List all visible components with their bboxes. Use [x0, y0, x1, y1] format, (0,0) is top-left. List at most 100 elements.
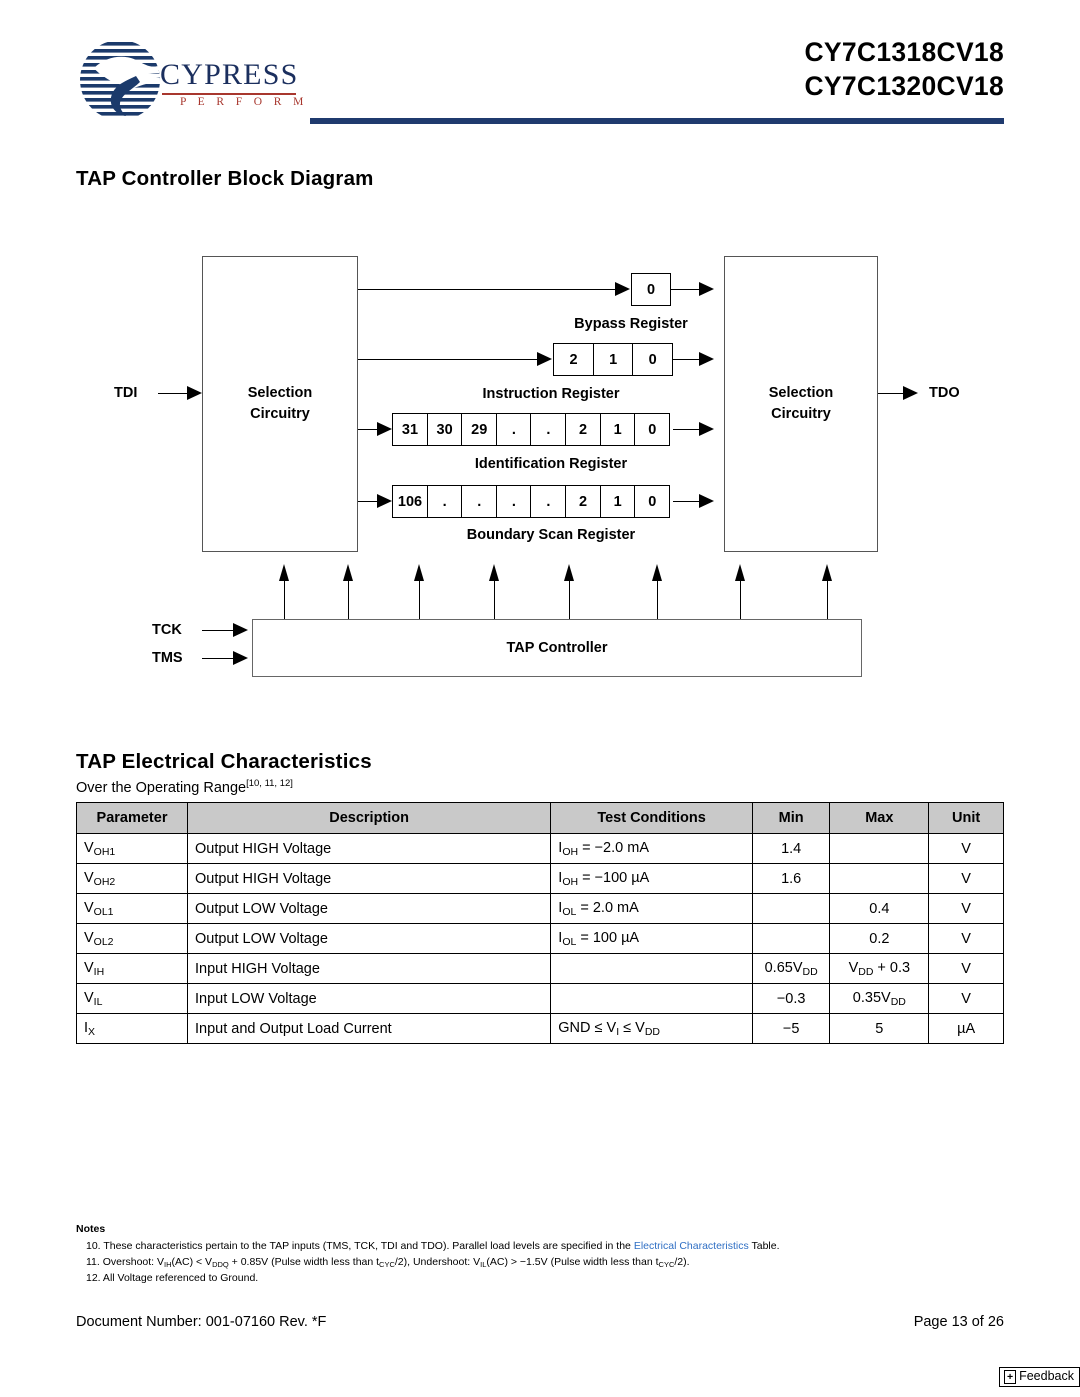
table-row: IX Input and Output Load Current GND ≤ V…: [76, 1013, 1004, 1044]
test-tail: = 100 µA: [576, 929, 640, 946]
test-mid: ≤ V: [619, 1019, 645, 1036]
page-number: Page 13 of 26: [913, 1314, 1004, 1330]
cell-max: [829, 833, 930, 864]
register-cell: 0: [632, 343, 674, 376]
table-row: VOH2 Output HIGH Voltage IOH = −100 µA 1…: [76, 863, 1004, 894]
arrow-tap-ctrl-4: [489, 564, 499, 581]
note-11-s2: DDQ: [212, 1260, 229, 1269]
column-header-parameter: Parameter: [76, 802, 188, 834]
column-header-max: Max: [829, 802, 930, 834]
note-11-p1: 11. Overshoot: V: [86, 1255, 165, 1268]
register-cell: 31: [392, 413, 428, 446]
arrow-bypass-in: [615, 282, 630, 296]
note-11-p5: (AC) > −1.5V (Pulse width less than t: [486, 1255, 659, 1268]
arrow-tap-ctrl-1: [279, 564, 289, 581]
wire-tap-ctrl-7: [740, 580, 742, 620]
wire-tap-ctrl-5: [569, 580, 571, 620]
register-cell: 30: [426, 413, 463, 446]
bypass-register-label: Bypass Register: [574, 316, 688, 332]
cell-description: Output HIGH Voltage: [186, 863, 552, 894]
cell-description: Output HIGH Voltage: [186, 833, 552, 864]
register-cell: 0: [631, 273, 671, 306]
param-sub: OH1: [93, 845, 116, 858]
cell-unit: µA: [928, 1013, 1004, 1044]
column-header-test-conditions: Test Conditions: [550, 802, 753, 834]
cell-max: [829, 863, 930, 894]
notes-section: Notes 10. These characteristics pertain …: [76, 1222, 1004, 1287]
test-tail: = −100 µA: [578, 869, 650, 886]
column-header-min: Min: [751, 802, 831, 834]
test-sub2: DD: [644, 1025, 660, 1038]
register-cell: 1: [592, 343, 634, 376]
note-10-pre: 10. These characteristics pertain to the…: [86, 1239, 634, 1252]
note-11-p2: (AC) < V: [171, 1255, 213, 1268]
cell-parameter: VOL2: [76, 923, 188, 954]
register-cell: 2: [565, 485, 602, 518]
param-sub: IH: [93, 965, 105, 978]
document-number: Document Number: 001-07160 Rev. *F: [76, 1314, 327, 1330]
register-cell: .: [495, 413, 532, 446]
note-11-p6: /2).: [674, 1255, 690, 1268]
cell-parameter: VIL: [76, 983, 188, 1014]
arrow-tap-ctrl-7: [735, 564, 745, 581]
param-sub: OL1: [93, 905, 114, 918]
table-row: VIH Input HIGH Voltage 0.65VDD VDD + 0.3…: [76, 953, 1004, 984]
arrow-bypass-out: [699, 282, 714, 296]
register-cell: 0: [634, 413, 671, 446]
feedback-button[interactable]: + Feedback: [998, 1367, 1080, 1388]
cell-description: Input LOW Voltage: [186, 983, 552, 1014]
wire-tap-ctrl-4: [494, 580, 496, 620]
tap-controller-label: TAP Controller: [506, 640, 608, 656]
arrow-identification-out: [699, 422, 714, 436]
wire-identification-in: [358, 429, 378, 431]
wire-instruction-in: [358, 359, 538, 361]
cell-description: Output LOW Voltage: [186, 893, 552, 924]
tap-electrical-characteristics-table: Parameter Description Test Conditions Mi…: [76, 802, 1004, 1044]
wire-tap-ctrl-2: [348, 580, 350, 620]
max-sub: DD: [890, 995, 906, 1008]
note-11-s5: CYC: [658, 1260, 675, 1269]
min-base: 0.65V: [764, 959, 803, 976]
electrical-characteristics-link[interactable]: Electrical Characteristics: [634, 1240, 749, 1252]
arrow-tck: [233, 623, 248, 637]
arrow-tap-ctrl-5: [564, 564, 574, 581]
cell-max: 5: [829, 1013, 930, 1044]
cell-unit: V: [928, 893, 1004, 924]
column-header-unit: Unit: [928, 802, 1004, 834]
param-base: V: [84, 869, 94, 886]
wire-bypass-out: [671, 289, 700, 291]
section-heading-electrical: TAP Electrical Characteristics: [76, 750, 372, 773]
wire-boundary-out: [673, 501, 700, 503]
arrow-instruction-in: [537, 352, 552, 366]
notes-title: Notes: [76, 1223, 106, 1235]
cell-unit: V: [928, 983, 1004, 1014]
cell-description: Input HIGH Voltage: [186, 953, 552, 984]
instruction-register-label: Instruction Register: [482, 386, 620, 402]
wire-tdi: [158, 393, 188, 395]
max-tail: + 0.3: [873, 959, 911, 976]
cell-min: 0.65VDD: [751, 953, 831, 984]
test-pre: GND ≤ V: [558, 1019, 617, 1036]
register-cell: 2: [553, 343, 594, 376]
diagram-label-tdi: TDI: [114, 385, 138, 401]
selection-circuitry-right: Selection Circuitry: [724, 256, 878, 552]
note-12: 12. All Voltage referenced to Ground.: [86, 1271, 259, 1284]
cell-parameter: VOH2: [76, 863, 188, 894]
test-sub: OL: [562, 935, 577, 948]
cell-max: VDD + 0.3: [829, 953, 930, 984]
register-cell: 106: [392, 485, 428, 518]
cell-unit: V: [928, 863, 1004, 894]
test-tail: = −2.0 mA: [578, 839, 649, 856]
min-sub: DD: [802, 965, 818, 978]
cell-test-conditions: [550, 983, 753, 1014]
diagram-label-tms: TMS: [152, 650, 183, 666]
cell-min: −0.3: [751, 983, 831, 1014]
param-base: V: [84, 959, 94, 976]
operating-range-text: Over the Operating Range: [76, 779, 247, 796]
selection-right-line2: Circuitry: [771, 406, 831, 422]
arrow-tdo: [903, 386, 918, 400]
note-11-p4: /2), Undershoot: V: [394, 1255, 481, 1268]
note-11-s1: IH: [164, 1260, 172, 1269]
cell-description: Input and Output Load Current: [186, 1013, 552, 1044]
diagram-label-tck: TCK: [152, 622, 182, 638]
